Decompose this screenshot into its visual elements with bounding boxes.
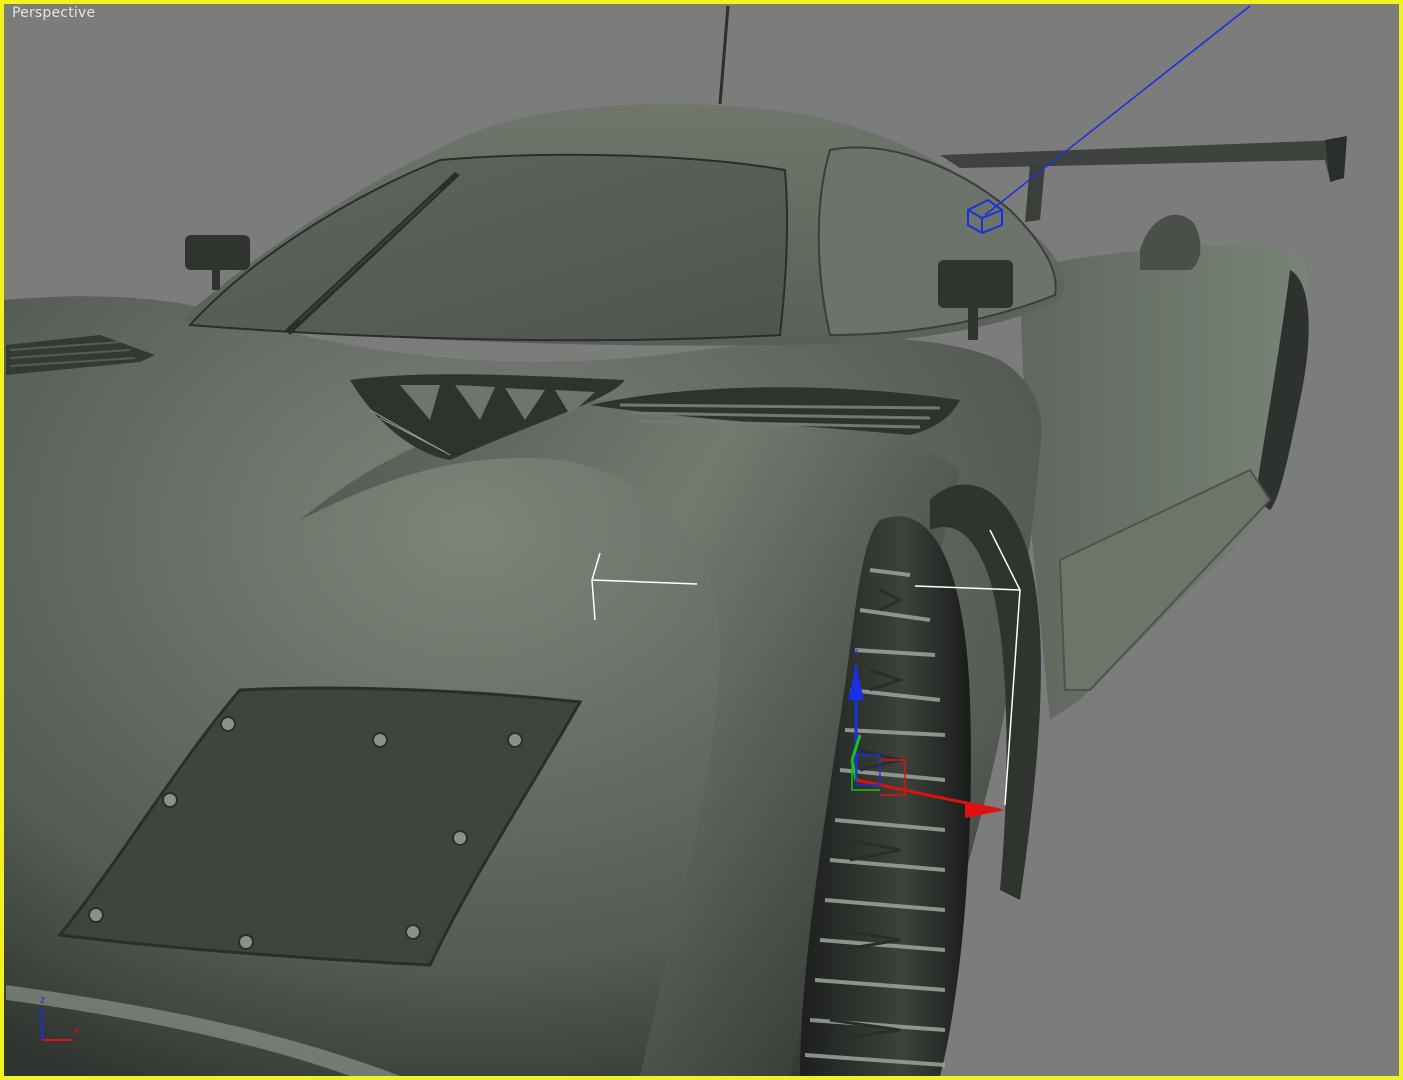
perspective-viewport[interactable]: z z x Perspective [0,0,1403,1080]
light-direction-line [984,5,1251,216]
windshield [187,153,789,342]
target-spot-light-icon[interactable] [967,5,1251,235]
viewport-bottom-strip [4,1076,1399,1080]
bolt [238,934,254,950]
antenna [718,5,730,105]
bolt [405,924,421,940]
tripod-x-label: x [74,1026,80,1037]
bolt [220,716,236,732]
bolt [88,907,104,923]
viewport-label[interactable]: Perspective [12,5,95,21]
tripod-z-label: z [40,995,45,1006]
bolt [452,830,468,846]
side-window [817,146,1057,337]
gizmo-x-arrow [965,802,1005,818]
scene-canvas[interactable]: z z x [0,0,1403,1080]
bolt [372,732,388,748]
bolt [162,792,178,808]
bolt [507,732,523,748]
gizmo-z-label: z [853,647,858,658]
